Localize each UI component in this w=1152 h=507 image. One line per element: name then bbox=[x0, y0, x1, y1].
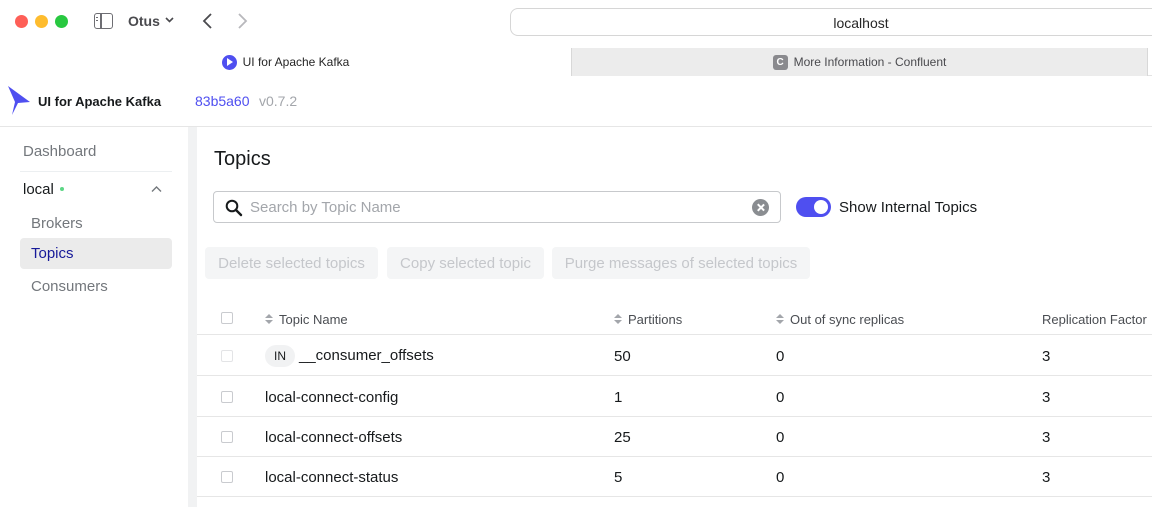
partitions-cell: 50 bbox=[614, 348, 631, 365]
sidebar-item-topics[interactable]: Topics bbox=[20, 238, 172, 269]
tab-label: UI for Apache Kafka bbox=[242, 55, 350, 69]
row-checkbox[interactable] bbox=[221, 350, 233, 362]
table-row[interactable]: local-connect-offsets 25 0 3 bbox=[197, 417, 1152, 457]
minimize-window-button[interactable] bbox=[35, 15, 48, 28]
topic-name-link[interactable]: __consumer_offsets bbox=[299, 347, 434, 364]
sidebar-item-brokers[interactable]: Brokers bbox=[20, 208, 172, 239]
tab-more-information-confluent[interactable]: C More Information - Confluent bbox=[571, 48, 1148, 76]
sort-icon bbox=[265, 314, 273, 325]
purge-messages-button[interactable]: Purge messages of selected topics bbox=[552, 247, 810, 279]
row-checkbox[interactable] bbox=[221, 391, 233, 403]
replication-factor-cell: 3 bbox=[1042, 469, 1051, 486]
sidebar-item-dashboard[interactable]: Dashboard bbox=[23, 143, 96, 160]
topic-name-link[interactable]: local-connect-config bbox=[265, 389, 398, 406]
page-title: Topics bbox=[214, 148, 271, 170]
zoom-window-button[interactable] bbox=[55, 15, 68, 28]
replication-factor-cell: 3 bbox=[1042, 429, 1051, 446]
sidebar-item-consumers[interactable]: Consumers bbox=[20, 271, 172, 302]
topics-table-header: Topic Name Partitions Out of sync replic… bbox=[197, 302, 1152, 335]
sidebar-toggle-icon[interactable] bbox=[94, 13, 113, 29]
url-text: localhost bbox=[833, 15, 889, 31]
show-internal-topics-toggle[interactable] bbox=[796, 197, 831, 217]
out-of-sync-cell: 0 bbox=[776, 469, 785, 486]
out-of-sync-cell: 0 bbox=[776, 389, 785, 406]
tab-bar: UI for Apache Kafka C More Information -… bbox=[0, 48, 1152, 76]
topic-name-link[interactable]: local-connect-status bbox=[265, 469, 398, 486]
delete-selected-topics-button[interactable]: Delete selected topics bbox=[205, 247, 378, 279]
table-row[interactable]: IN __consumer_offsets 50 0 3 bbox=[197, 336, 1152, 376]
select-all-checkbox[interactable] bbox=[221, 312, 233, 324]
show-internal-topics-label: Show Internal Topics bbox=[839, 199, 978, 216]
row-checkbox[interactable] bbox=[221, 471, 233, 483]
row-checkbox[interactable] bbox=[221, 431, 233, 443]
search-icon bbox=[225, 199, 243, 217]
table-row[interactable]: local-connect-status 5 0 3 bbox=[197, 457, 1152, 497]
sidebar-resize-gutter bbox=[188, 127, 197, 507]
column-header-out-of-sync-replicas[interactable]: Out of sync replicas bbox=[776, 312, 904, 327]
clear-search-icon[interactable] bbox=[752, 199, 769, 216]
sort-icon bbox=[776, 314, 784, 325]
topic-search-box[interactable] bbox=[213, 191, 781, 223]
sidebar-nav: Dashboard local Brokers Topics Consumers bbox=[0, 127, 188, 507]
forward-arrow-icon[interactable] bbox=[235, 12, 249, 30]
partitions-cell: 1 bbox=[614, 389, 623, 406]
kafka-favicon-icon bbox=[221, 54, 237, 70]
app-brand-name[interactable]: UI for Apache Kafka bbox=[38, 94, 161, 109]
profile-name[interactable]: Otus bbox=[128, 13, 160, 29]
main-content: Topics Show Internal Topics Delete selec… bbox=[197, 127, 1152, 507]
column-header-topic-name[interactable]: Topic Name bbox=[265, 312, 348, 327]
partitions-cell: 5 bbox=[614, 469, 623, 486]
cluster-name[interactable]: local bbox=[23, 181, 54, 198]
internal-topic-badge: IN bbox=[265, 345, 295, 367]
copy-selected-topic-button[interactable]: Copy selected topic bbox=[387, 247, 544, 279]
browser-titlebar: Otus localhost bbox=[0, 0, 1152, 48]
out-of-sync-cell: 0 bbox=[776, 348, 785, 365]
column-header-replication-factor: Replication Factor bbox=[1042, 312, 1147, 327]
close-window-button[interactable] bbox=[15, 15, 28, 28]
tab-ui-for-apache-kafka[interactable]: UI for Apache Kafka bbox=[0, 48, 571, 76]
table-row[interactable]: local-connect-config 1 0 3 bbox=[197, 377, 1152, 417]
sort-icon bbox=[614, 314, 622, 325]
replication-factor-cell: 3 bbox=[1042, 348, 1051, 365]
replication-factor-cell: 3 bbox=[1042, 389, 1051, 406]
kafka-ui-logo-icon[interactable] bbox=[6, 86, 32, 116]
toggle-knob bbox=[814, 200, 828, 214]
address-bar[interactable]: localhost bbox=[510, 8, 1152, 36]
commit-link[interactable]: 83b5a60 bbox=[195, 93, 250, 109]
back-arrow-icon[interactable] bbox=[201, 12, 215, 30]
chevron-up-icon[interactable] bbox=[151, 185, 162, 193]
app-header: UI for Apache Kafka 83b5a60 v0.7.2 bbox=[0, 77, 1152, 127]
confluent-favicon-icon: C bbox=[772, 54, 788, 70]
column-header-partitions[interactable]: Partitions bbox=[614, 312, 682, 327]
out-of-sync-cell: 0 bbox=[776, 429, 785, 446]
chevron-down-icon[interactable] bbox=[165, 15, 174, 24]
version-label: v0.7.2 bbox=[259, 93, 298, 109]
search-input[interactable] bbox=[250, 197, 740, 217]
cluster-status-indicator bbox=[60, 187, 64, 191]
topic-name-link[interactable]: local-connect-offsets bbox=[265, 429, 402, 446]
partitions-cell: 25 bbox=[614, 429, 631, 446]
tab-label: More Information - Confluent bbox=[793, 55, 947, 69]
sidebar-divider bbox=[20, 171, 172, 172]
